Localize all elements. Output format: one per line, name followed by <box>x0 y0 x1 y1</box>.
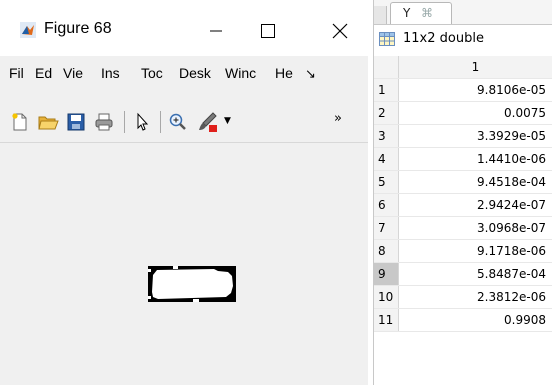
table-header-row: 1 <box>374 56 552 79</box>
row-index[interactable]: 7 <box>374 216 399 240</box>
table-row: 10 2.3812e-06 <box>374 285 552 309</box>
table-cell[interactable]: 2.9424e-07 <box>398 193 552 217</box>
row-index[interactable]: 5 <box>374 170 399 194</box>
table-row: 9 5.8487e-04 <box>374 262 552 286</box>
variable-tab[interactable]: Y ⌘ <box>390 2 452 25</box>
maximize-icon <box>261 24 275 38</box>
figure-window: Figure 68 Fil Ed Vie Ins Toc Desk Winc H… <box>0 0 368 385</box>
table-row: 5 9.4518e-04 <box>374 170 552 194</box>
figure-title-bar[interactable]: Figure 68 <box>0 0 368 56</box>
print-icon <box>95 113 113 131</box>
new-figure-icon <box>12 113 27 131</box>
table-grid-icon <box>379 32 395 46</box>
print-button[interactable] <box>92 110 116 134</box>
table-row: 3 3.3929e-05 <box>374 124 552 148</box>
close-icon <box>332 23 348 39</box>
table-body: 1 9.8106e-05 2 0.0075 3 3.3929e-05 4 1.4410e-06… <box>374 78 552 332</box>
table-row: 8 9.1718e-06 <box>374 239 552 263</box>
table-cell[interactable]: 0.9908 <box>398 308 552 332</box>
row-index[interactable]: 9 <box>374 262 399 286</box>
figure-image <box>148 266 236 302</box>
table-row: 4 1.4410e-06 <box>374 147 552 171</box>
tab-strip-divider <box>374 24 552 25</box>
minimize-button[interactable] <box>196 12 236 50</box>
table-cell[interactable]: 3.0968e-07 <box>398 216 552 240</box>
zoom-in-icon <box>169 113 186 130</box>
variable-size-label: 11x2 double <box>403 31 484 46</box>
row-index[interactable]: 10 <box>374 285 399 309</box>
menu-edit[interactable]: Ed <box>35 60 55 86</box>
table-cell[interactable]: 9.1718e-06 <box>398 239 552 263</box>
table-row: 1 9.8106e-05 <box>374 78 552 102</box>
table-cell[interactable]: 5.8487e-04 <box>398 262 552 286</box>
pointer-button[interactable] <box>130 110 154 134</box>
menu-window[interactable]: Winc <box>225 60 267 86</box>
toolbar-separator <box>160 111 161 133</box>
table-cell[interactable]: 0.0075 <box>398 101 552 125</box>
brush-dropdown-icon[interactable]: ▼ <box>224 116 231 126</box>
minimize-icon <box>210 30 222 32</box>
variable-table: 1 1 9.8106e-05 2 0.0075 3 3.3929e-05 4 1.4410e-… <box>374 56 552 332</box>
menu-tools[interactable]: Toc <box>141 60 171 86</box>
table-cell[interactable]: 2.3812e-06 <box>398 285 552 309</box>
menu-desktop[interactable]: Desk <box>179 60 219 86</box>
menu-file[interactable]: Fil <box>9 60 27 86</box>
row-index[interactable]: 2 <box>374 101 399 125</box>
brush-icon <box>199 112 217 132</box>
figure-toolbar: ▼ » <box>0 108 368 136</box>
save-icon <box>67 113 85 131</box>
row-index[interactable]: 8 <box>374 239 399 263</box>
figure-canvas[interactable] <box>0 144 368 385</box>
save-button[interactable] <box>64 110 88 134</box>
new-figure-button[interactable] <box>8 110 32 134</box>
corner-cell[interactable] <box>374 56 399 79</box>
row-index[interactable]: 3 <box>374 124 399 148</box>
table-row: 11 0.9908 <box>374 308 552 332</box>
row-index[interactable]: 1 <box>374 78 399 102</box>
open-file-button[interactable] <box>36 110 60 134</box>
zoom-in-button[interactable] <box>166 110 190 134</box>
table-cell[interactable]: 1.4410e-06 <box>398 147 552 171</box>
menu-help[interactable]: He <box>275 60 299 86</box>
close-tab-icon[interactable]: ⌘ <box>421 6 433 20</box>
previous-tab[interactable] <box>374 6 387 24</box>
figure-menu-bar: Fil Ed Vie Ins Toc Desk Winc He ↘ <box>0 60 368 86</box>
toolbar-divider <box>0 142 368 143</box>
close-button[interactable] <box>320 12 360 50</box>
maximize-button[interactable] <box>248 12 288 50</box>
menu-insert[interactable]: Ins <box>101 60 133 86</box>
row-index[interactable]: 11 <box>374 308 399 332</box>
brush-button[interactable] <box>196 110 220 134</box>
table-cell[interactable]: 9.4518e-04 <box>398 170 552 194</box>
table-cell[interactable]: 3.3929e-05 <box>398 124 552 148</box>
matlab-icon <box>20 22 36 38</box>
open-folder-icon <box>38 116 59 130</box>
column-header[interactable]: 1 <box>398 56 552 79</box>
toolbar-separator <box>124 111 125 133</box>
table-row: 2 0.0075 <box>374 101 552 125</box>
table-cell[interactable]: 9.8106e-05 <box>398 78 552 102</box>
menu-overflow-icon[interactable]: ↘ <box>305 61 319 87</box>
variable-editor: Y ⌘ 11x2 double 1 1 9.8106e-05 2 0.0075 3 3.3… <box>373 0 552 385</box>
variable-tab-strip: Y ⌘ <box>374 0 552 25</box>
row-index[interactable]: 6 <box>374 193 399 217</box>
variable-tab-label: Y <box>403 6 411 20</box>
table-row: 6 2.9424e-07 <box>374 193 552 217</box>
menu-view[interactable]: Vie <box>63 60 93 86</box>
row-index[interactable]: 4 <box>374 147 399 171</box>
variable-info-bar: 11x2 double <box>374 27 552 51</box>
pointer-icon <box>137 112 149 131</box>
figure-title: Figure 68 <box>44 20 112 37</box>
toolbar-overflow-icon[interactable]: » <box>334 110 342 128</box>
table-row: 7 3.0968e-07 <box>374 216 552 240</box>
